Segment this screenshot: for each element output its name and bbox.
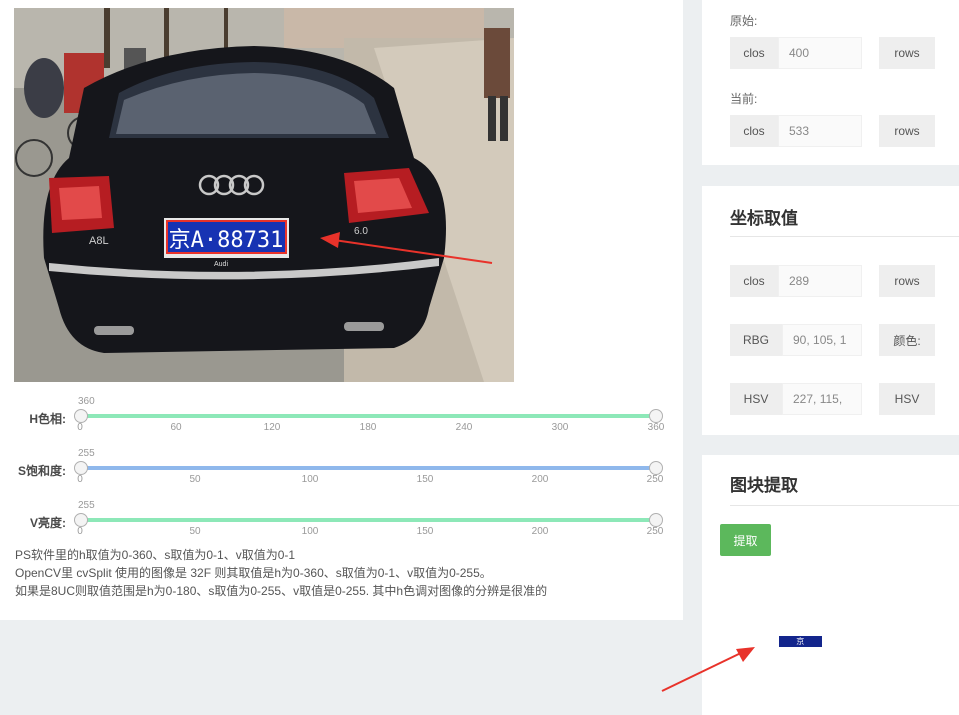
saturation-min-handle[interactable] — [74, 461, 88, 475]
current-cols-input[interactable]: 533 — [778, 115, 862, 147]
saturation-slider: S饱和度: 255 0 50 100 150 200 250 — [0, 448, 683, 496]
rgb-field: RBG 90, 105, 1 — [730, 324, 862, 356]
tick-label: 180 — [359, 422, 377, 433]
tick-label: 360 — [647, 422, 665, 433]
value-track[interactable] — [80, 518, 656, 522]
tick-label: 200 — [531, 474, 549, 485]
extract-button[interactable]: 提取 — [720, 524, 771, 556]
hue-max-value: 360 — [78, 396, 95, 407]
hue-label: H色相: — [29, 412, 66, 426]
red-arrow-icon — [661, 647, 755, 692]
saturation-track[interactable] — [80, 466, 656, 470]
tick-label: 200 — [531, 526, 549, 537]
coord-rows-field: rows — [879, 265, 935, 297]
hsv2-addon: HSV — [879, 383, 935, 415]
current-rows-field: rows — [879, 115, 935, 147]
value-max-handle[interactable] — [649, 513, 663, 527]
color-field: 颜色: — [879, 324, 935, 356]
hsv-notes: PS软件里的h取值为0-360、s取值为0-1、v取值为0-1 OpenCV里 … — [15, 546, 547, 600]
coord-cols-field: clos 289 — [730, 265, 862, 297]
cols-addon: clos — [730, 37, 778, 69]
hue-slider: H色相: 360 0 60 120 180 240 300 360 — [0, 396, 683, 444]
extracted-plate-image: 京A·88731 — [779, 636, 822, 657]
divider — [730, 236, 959, 237]
hue-max-handle[interactable] — [649, 409, 663, 423]
cols-addon: clos — [730, 265, 778, 297]
rgb-addon: RBG — [730, 324, 782, 356]
tick-label: 0 — [77, 474, 83, 485]
value-max-value: 255 — [78, 500, 95, 511]
plate-text: 京A·88731 — [169, 228, 284, 253]
tick-label: 50 — [189, 474, 201, 485]
saturation-max-value: 255 — [78, 448, 95, 459]
badge-left: A8L — [89, 235, 109, 247]
coordinate-title: 坐标取值 — [730, 209, 798, 228]
tick-label: 250 — [646, 526, 664, 537]
tick-label: 60 — [170, 422, 182, 433]
rows-addon: rows — [879, 115, 935, 147]
tick-label: 120 — [263, 422, 281, 433]
hsv-addon: HSV — [730, 383, 782, 415]
brand-text: Audi — [214, 261, 228, 268]
coord-cols-input[interactable]: 289 — [778, 265, 862, 297]
current-label: 当前: — [730, 92, 758, 106]
badge-right: 6.0 — [354, 226, 368, 237]
tick-label: 100 — [301, 474, 319, 485]
saturation-label: S饱和度: — [17, 464, 66, 478]
tick-label: 250 — [646, 474, 664, 485]
hsv2-field: HSV — [879, 383, 935, 415]
tick-label: 0 — [77, 422, 83, 433]
value-min-handle[interactable] — [74, 513, 88, 527]
hue-track[interactable] — [80, 414, 656, 418]
original-cols-field: clos 400 — [730, 37, 862, 69]
rgb-input[interactable]: 90, 105, 1 — [782, 324, 862, 356]
divider — [730, 505, 959, 506]
original-label: 原始: — [730, 14, 758, 28]
tick-label: 100 — [301, 526, 319, 537]
tick-label: 300 — [551, 422, 569, 433]
color-addon: 颜色: — [879, 324, 935, 356]
hsv-field: HSV 227, 115, — [730, 383, 862, 415]
car-photo[interactable]: 京A·88731 Audi A8L 6.0 — [14, 8, 514, 382]
image-panel: 京A·88731 Audi A8L 6.0 H色相: 360 0 60 120 … — [0, 0, 683, 620]
value-slider: V亮度: 255 0 50 100 150 200 250 — [0, 500, 683, 548]
original-rows-field: rows — [879, 37, 935, 69]
rows-addon: rows — [879, 37, 935, 69]
note-line: 如果是8UC则取值范围是h为0-180、s取值为0-255、v取值是0-255.… — [15, 584, 548, 598]
current-cols-field: clos 533 — [730, 115, 862, 147]
block-extract-title: 图块提取 — [730, 476, 798, 495]
hsv-input[interactable]: 227, 115, — [782, 383, 862, 415]
cols-addon: clos — [730, 115, 778, 147]
tick-label: 0 — [77, 526, 83, 537]
original-cols-input[interactable]: 400 — [778, 37, 862, 69]
note-line: PS软件里的h取值为0-360、s取值为0-1、v取值为0-1 — [15, 548, 296, 562]
saturation-max-handle[interactable] — [649, 461, 663, 475]
note-line: OpenCV里 cvSplit 使用的图像是 32F 则其取值是h为0-360、… — [15, 566, 492, 580]
tick-label: 50 — [189, 526, 201, 537]
tick-label: 150 — [416, 474, 434, 485]
value-label: V亮度: — [29, 516, 66, 530]
coordinate-card: 坐标取值 clos 289 rows RBG 90, 105, 1 颜色: HS… — [702, 186, 959, 435]
tick-label: 240 — [455, 422, 473, 433]
rows-addon: rows — [879, 265, 935, 297]
hue-min-handle[interactable] — [74, 409, 88, 423]
size-card: 原始: clos 400 rows 当前: clos 533 rows — [702, 0, 959, 165]
tick-label: 150 — [416, 526, 434, 537]
